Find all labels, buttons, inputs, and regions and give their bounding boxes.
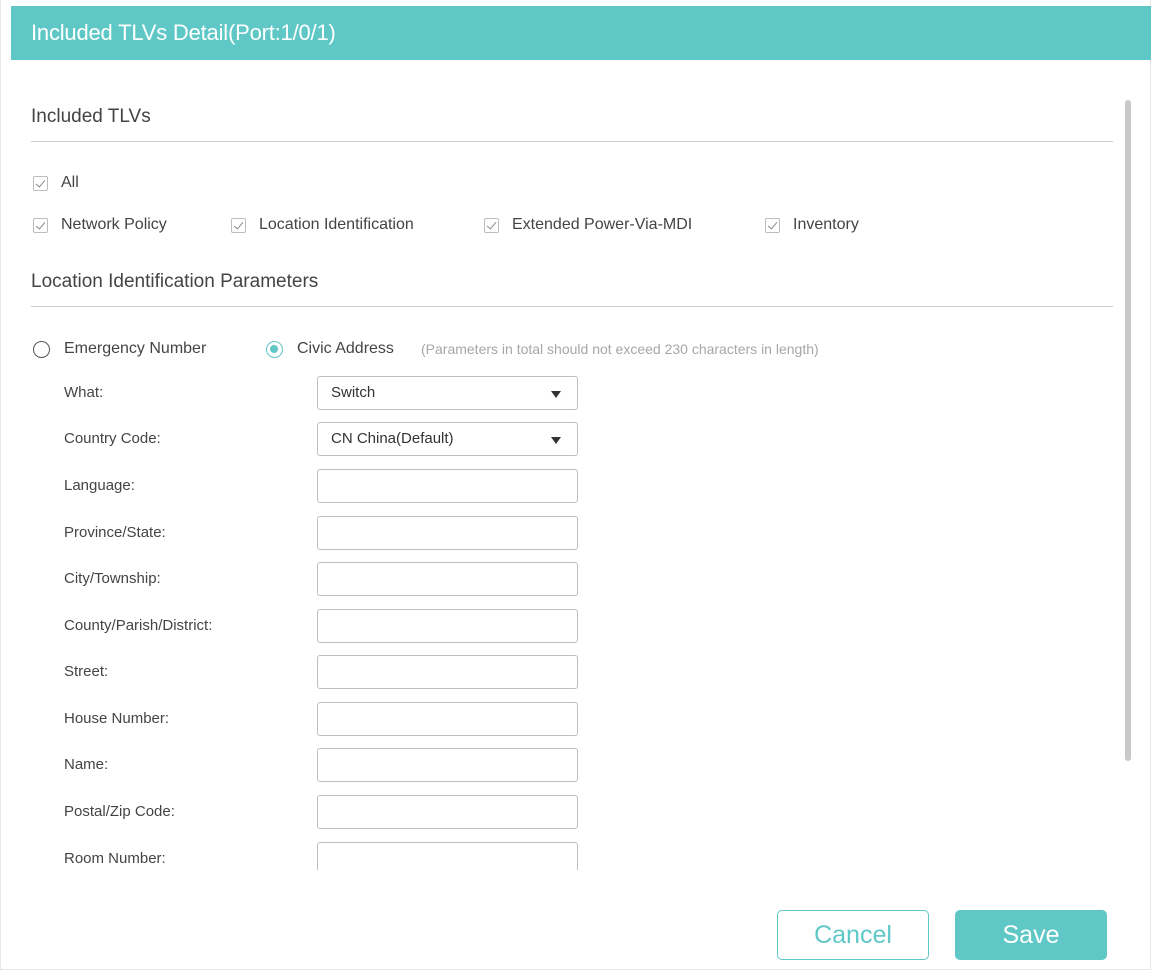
postal-input[interactable] bbox=[317, 795, 578, 829]
form-row-name: Name: bbox=[1, 748, 1121, 782]
chevron-down-icon bbox=[551, 391, 561, 398]
form-row-province: Province/State: bbox=[1, 516, 1121, 550]
radio-emergency-number[interactable]: Emergency Number bbox=[33, 340, 206, 358]
checkbox-checked-icon bbox=[33, 217, 48, 233]
divider bbox=[31, 141, 1113, 142]
cancel-button[interactable]: Cancel bbox=[777, 910, 929, 960]
county-label: County/Parish/District: bbox=[64, 617, 213, 634]
form-row-language: Language: bbox=[1, 469, 1121, 503]
country-code-select-value: CN China(Default) bbox=[331, 430, 454, 447]
street-input[interactable] bbox=[317, 655, 578, 689]
checkbox-checked-icon bbox=[231, 217, 246, 233]
checkbox-inventory-label: Inventory bbox=[793, 216, 859, 233]
length-hint: (Parameters in total should not exceed 2… bbox=[421, 341, 819, 357]
what-select-value: Switch bbox=[331, 384, 376, 401]
form-row-country-code: Country Code: CN China(Default) bbox=[1, 422, 1121, 456]
language-input[interactable] bbox=[317, 469, 578, 503]
radio-unchecked-icon bbox=[33, 340, 50, 358]
name-input[interactable] bbox=[317, 748, 578, 782]
checkbox-inventory[interactable]: Inventory bbox=[765, 216, 859, 234]
country-code-select[interactable]: CN China(Default) bbox=[317, 422, 578, 456]
city-label: City/Township: bbox=[64, 570, 161, 587]
room-number-label: Room Number: bbox=[64, 850, 166, 867]
name-label: Name: bbox=[64, 756, 109, 773]
postal-label: Postal/Zip Code: bbox=[64, 803, 175, 820]
included-tlvs-heading: Included TLVs bbox=[31, 106, 151, 127]
included-tlvs-dialog: Included TLVs Detail(Port:1/0/1) Include… bbox=[0, 0, 1151, 970]
radio-civic-address[interactable]: Civic Address bbox=[266, 340, 394, 358]
county-input[interactable] bbox=[317, 609, 578, 643]
checkbox-all-label: All bbox=[61, 174, 79, 191]
radio-civic-address-label: Civic Address bbox=[297, 340, 394, 357]
form-row-postal: Postal/Zip Code: bbox=[1, 795, 1121, 829]
checkbox-extended-power[interactable]: Extended Power-Via-MDI bbox=[484, 216, 692, 234]
form-row-house-number: House Number: bbox=[1, 702, 1121, 736]
checkbox-checked-icon bbox=[33, 175, 48, 191]
form-row-city: City/Township: bbox=[1, 562, 1121, 596]
form-row-what: What: Switch bbox=[1, 376, 1121, 410]
house-number-input[interactable] bbox=[317, 702, 578, 736]
checkbox-location-identification-label: Location Identification bbox=[259, 216, 414, 233]
what-select[interactable]: Switch bbox=[317, 376, 578, 410]
what-label: What: bbox=[64, 384, 104, 401]
checkbox-checked-icon bbox=[484, 217, 499, 233]
save-button[interactable]: Save bbox=[955, 910, 1107, 960]
province-label: Province/State: bbox=[64, 524, 166, 541]
city-input[interactable] bbox=[317, 562, 578, 596]
language-label: Language: bbox=[64, 477, 135, 494]
checkbox-checked-icon bbox=[765, 217, 780, 233]
checkbox-network-policy-label: Network Policy bbox=[61, 216, 167, 233]
vertical-scrollbar[interactable] bbox=[1125, 100, 1131, 761]
divider bbox=[31, 306, 1113, 307]
province-input[interactable] bbox=[317, 516, 578, 550]
room-number-input[interactable] bbox=[317, 842, 578, 870]
country-code-label: Country Code: bbox=[64, 430, 161, 447]
form-row-street: Street: bbox=[1, 655, 1121, 689]
checkbox-extended-power-label: Extended Power-Via-MDI bbox=[512, 216, 693, 233]
location-identification-heading: Location Identification Parameters bbox=[31, 271, 319, 292]
form-row-county: County/Parish/District: bbox=[1, 609, 1121, 643]
street-label: Street: bbox=[64, 663, 109, 680]
radio-emergency-number-label: Emergency Number bbox=[64, 340, 207, 357]
radio-checked-icon bbox=[266, 340, 283, 358]
checkbox-network-policy[interactable]: Network Policy bbox=[33, 216, 167, 234]
civic-address-form: What: Switch Country Code: CN China(Defa… bbox=[1, 370, 1121, 870]
house-number-label: House Number: bbox=[64, 710, 170, 727]
dialog-title: Included TLVs Detail(Port:1/0/1) bbox=[11, 6, 1151, 60]
chevron-down-icon bbox=[551, 437, 561, 444]
form-row-room-number: Room Number: bbox=[1, 842, 1121, 870]
checkbox-location-identification[interactable]: Location Identification bbox=[231, 216, 414, 234]
checkbox-all[interactable]: All bbox=[33, 174, 79, 192]
